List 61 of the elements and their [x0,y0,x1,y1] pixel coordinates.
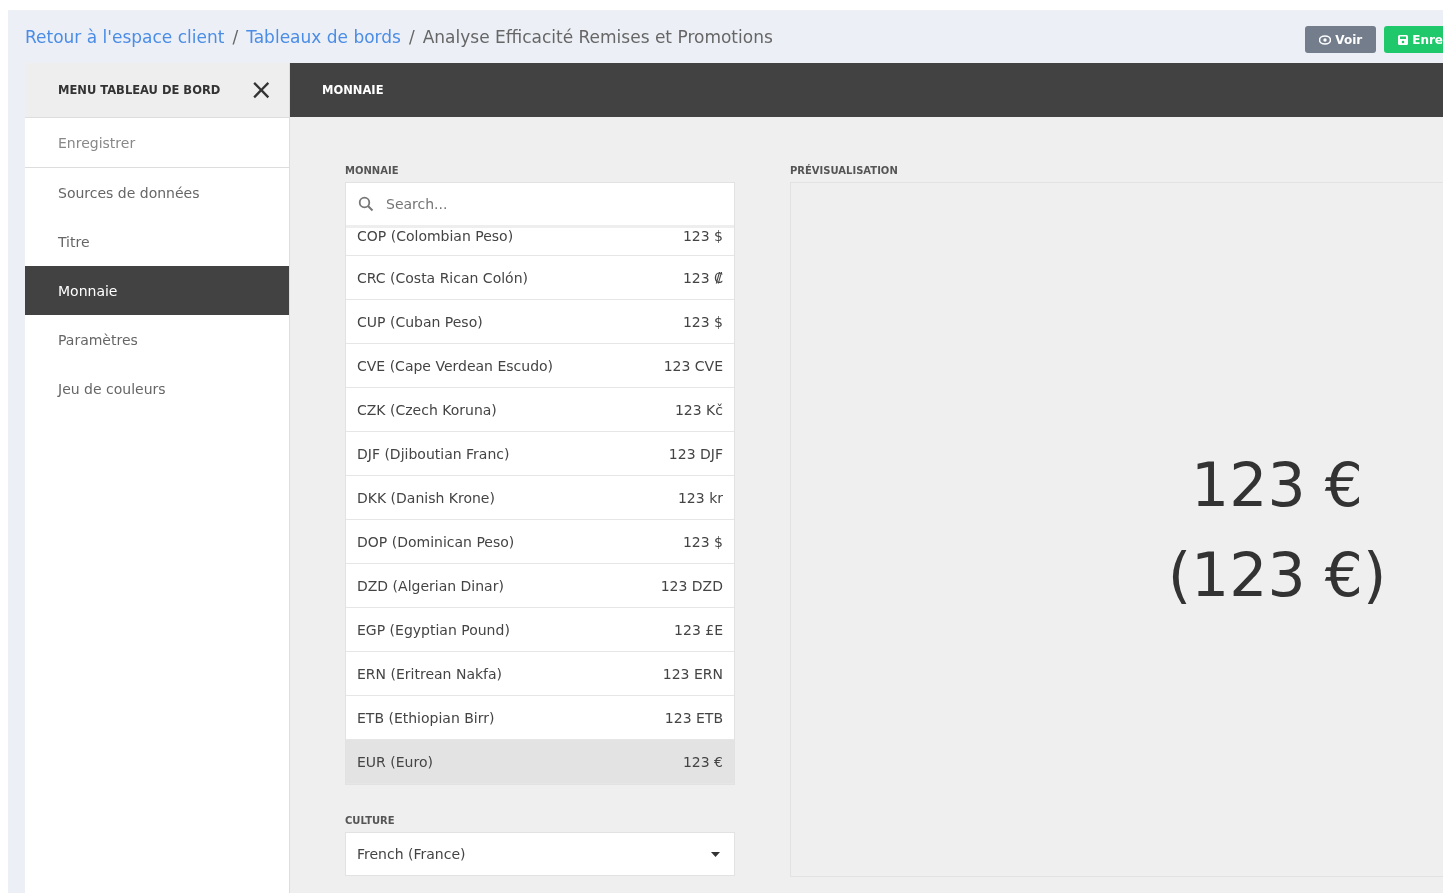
currency-sample: 123 DJF [668,445,723,462]
currency-name: DJF (Djiboutian Franc) [357,445,510,462]
currency-sample: 123 ₡ [682,269,723,286]
breadcrumb-separator: / [408,26,415,47]
preview-value: 123 € [1191,448,1363,522]
currency-option[interactable]: DJF (Djiboutian Franc) 123 DJF [346,432,734,476]
floppy-icon [1398,34,1409,45]
sidebar-item[interactable]: Paramètres [25,315,289,364]
currency-sample: 123 Kč [674,401,723,418]
currency-name: DZD (Algerian Dinar) [357,577,504,594]
preview-value: (123 €) [1167,538,1387,612]
currency-option[interactable]: EGP (Egyptian Pound) 123 £E [346,608,734,652]
currency-name: CRC (Costa Rican Colón) [357,269,528,286]
breadcrumb-current: Analyse Efficacité Remises et Promotions [422,26,773,47]
field-label: CULTURE [345,815,396,826]
currency-option[interactable]: DZD (Algerian Dinar) 123 DZD [346,564,734,608]
sidebar-item[interactable]: Enregistrer [25,117,289,168]
currency-name: EUR (Euro) [357,753,433,770]
caret-icon [711,851,720,857]
sidebar-item[interactable]: Titre [25,217,289,266]
currency-sample: 123 $ [682,228,723,244]
currency-option[interactable]: ERN (Eritrean Nakfa) 123 ERN [346,652,734,696]
currency-name: ERN (Eritrean Nakfa) [357,665,503,682]
currency-sample: 123 $ [682,533,723,550]
currency-name: CZK (Czech Koruna) [357,401,497,418]
currency-name: DKK (Danish Krone) [357,489,495,506]
currency-sample: 123 CVE [663,357,723,374]
search-icon [358,196,374,212]
currency-sample: 123 ERN [662,665,723,682]
currency-option[interactable]: CVE (Cape Verdean Escudo) 123 CVE [346,344,734,388]
sidebar-title: MENU TABLEAU DE BORD [58,83,221,97]
close-button[interactable]: × [249,76,273,104]
currency-sample: 123 € [682,753,723,770]
currency-option[interactable]: CRC (Costa Rican Colón) 123 ₡ [346,256,734,300]
currency-name: DOP (Dominican Peso) [357,533,515,550]
panel-title: MONNAIE [322,83,384,97]
currency-sample: 123 $ [682,313,723,330]
sidebar-item[interactable]: Jeu de couleurs [25,364,289,413]
currency-name: CVE (Cape Verdean Escudo) [357,357,554,374]
currency-option[interactable]: EUR (Euro) 123 € [346,740,734,784]
currency-option[interactable]: COP (Colombian Peso) 123 $ [346,228,734,256]
sidebar-item[interactable]: Monnaie [25,266,289,315]
culture-dropdown[interactable]: French (France) [345,832,735,876]
currency-option[interactable]: CUP (Cuban Peso) 123 $ [346,300,734,344]
currency-name: CUP (Cuban Peso) [357,313,483,330]
field-label: MONNAIE [345,165,400,176]
sidebar-item[interactable]: Sources de données [25,168,289,217]
currency-name: COP (Colombian Peso) [357,228,514,244]
currency-option[interactable]: DKK (Danish Krone) 123 kr [346,476,734,520]
view-button[interactable]: Voir [1305,26,1377,53]
currency-option[interactable]: CZK (Czech Koruna) 123 Kč [346,388,734,432]
currency-sample: 123 ETB [664,709,723,726]
currency-name: EGP (Egyptian Pound) [357,621,510,638]
currency-sample: 123 kr [677,489,723,506]
currency-sample: 123 £E [674,621,723,638]
currency-option[interactable]: DOP (Dominican Peso) 123 $ [346,520,734,564]
currency-sample: 123 DZD [660,577,723,594]
breadcrumb-separator: / [232,26,239,47]
currency-name: ETB (Ethiopian Birr) [357,709,495,726]
field-label: PRÉVISUALISATION [790,165,899,176]
eye-icon [1319,34,1332,45]
